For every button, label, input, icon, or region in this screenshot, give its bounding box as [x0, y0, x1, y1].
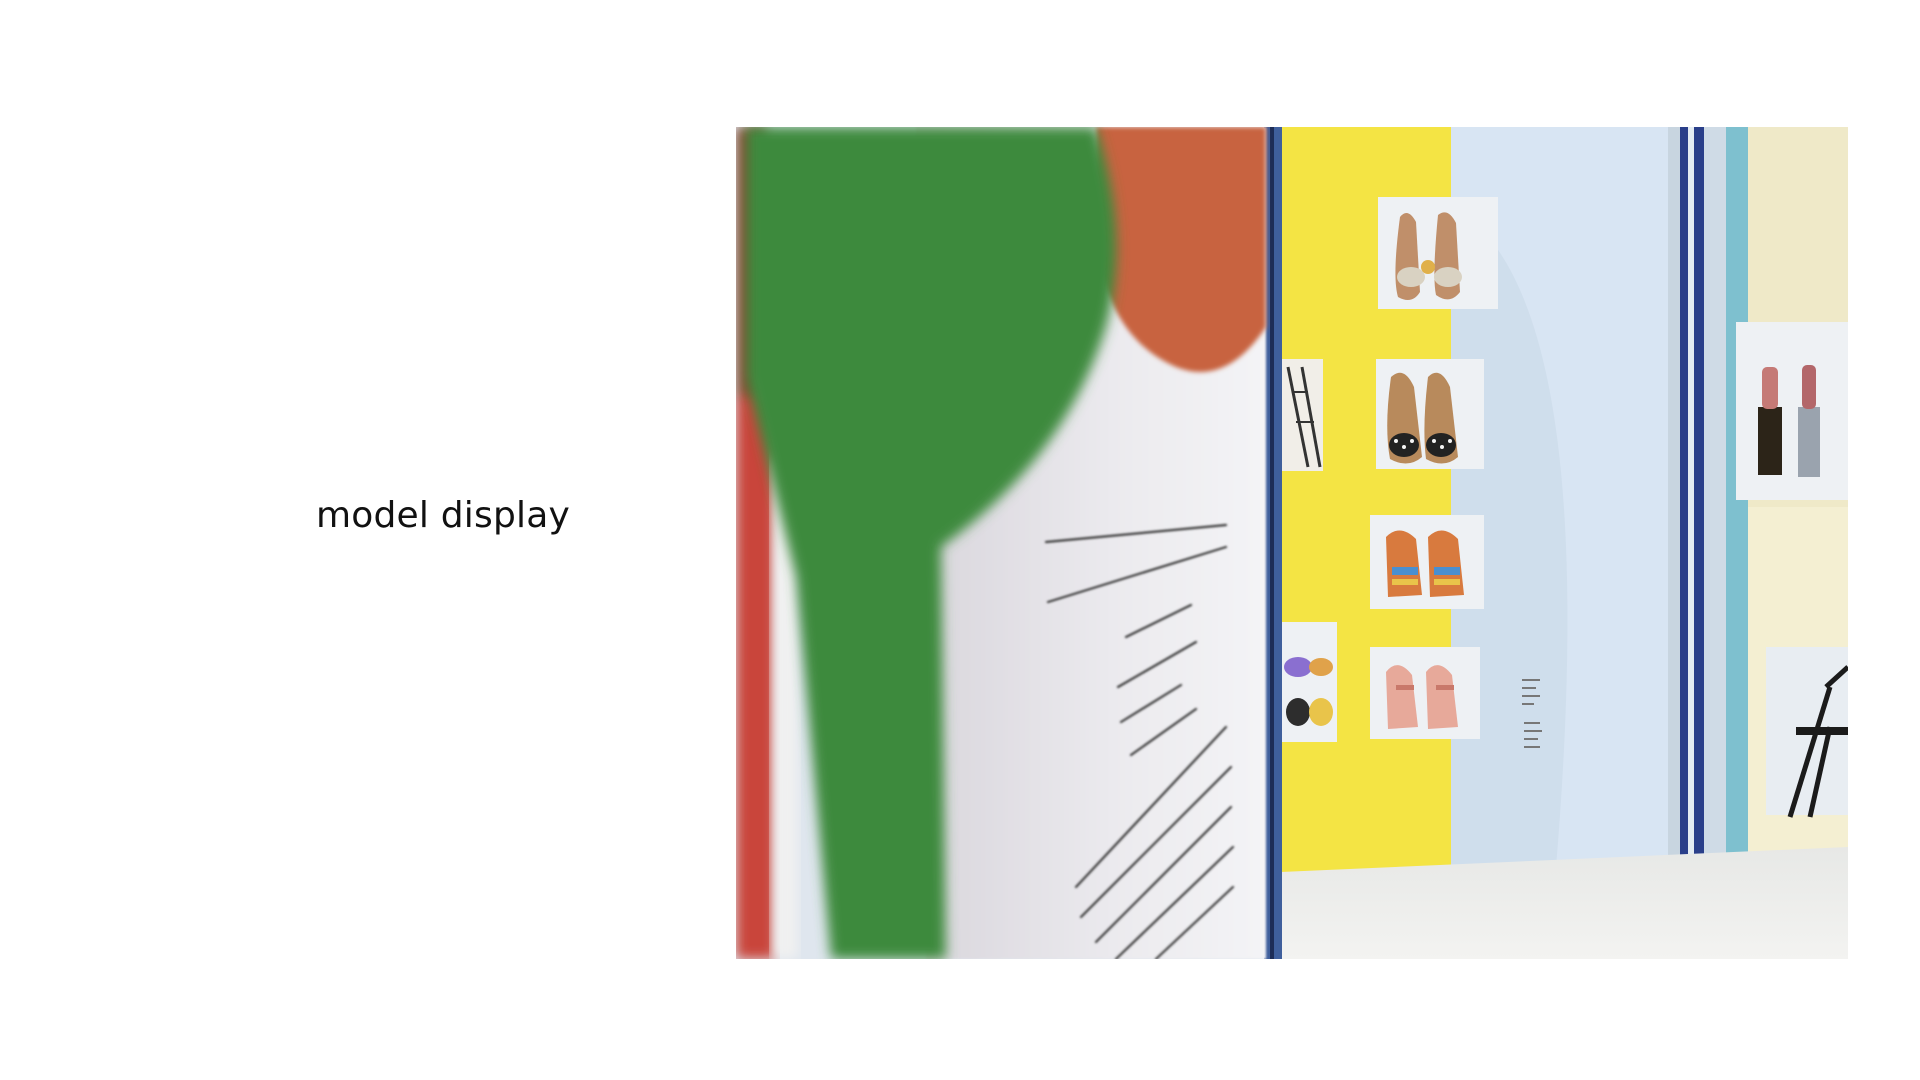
- shoe-card-3: [1370, 515, 1484, 609]
- sandal-card: [1281, 622, 1337, 742]
- photo-illustration: [736, 127, 1848, 959]
- model-display-photo: [736, 127, 1848, 959]
- caption-text: model display: [316, 495, 570, 536]
- shoe-card-4: [1370, 647, 1480, 739]
- ladder-card: [1281, 359, 1323, 471]
- navy-stripe-2: [1694, 127, 1704, 877]
- fold-edge-dark: [1270, 127, 1274, 959]
- pale-stripe: [1668, 127, 1680, 877]
- shoe-card-2: [1376, 359, 1484, 469]
- teal-stripe: [1726, 127, 1748, 877]
- navy-stripe: [1680, 127, 1688, 877]
- white-stripe: [1688, 127, 1694, 877]
- pale-stripe-2: [1704, 127, 1726, 877]
- chair-card: [1766, 647, 1848, 818]
- lipstick-card: [1736, 322, 1848, 500]
- shoe-card-1: [1378, 197, 1498, 309]
